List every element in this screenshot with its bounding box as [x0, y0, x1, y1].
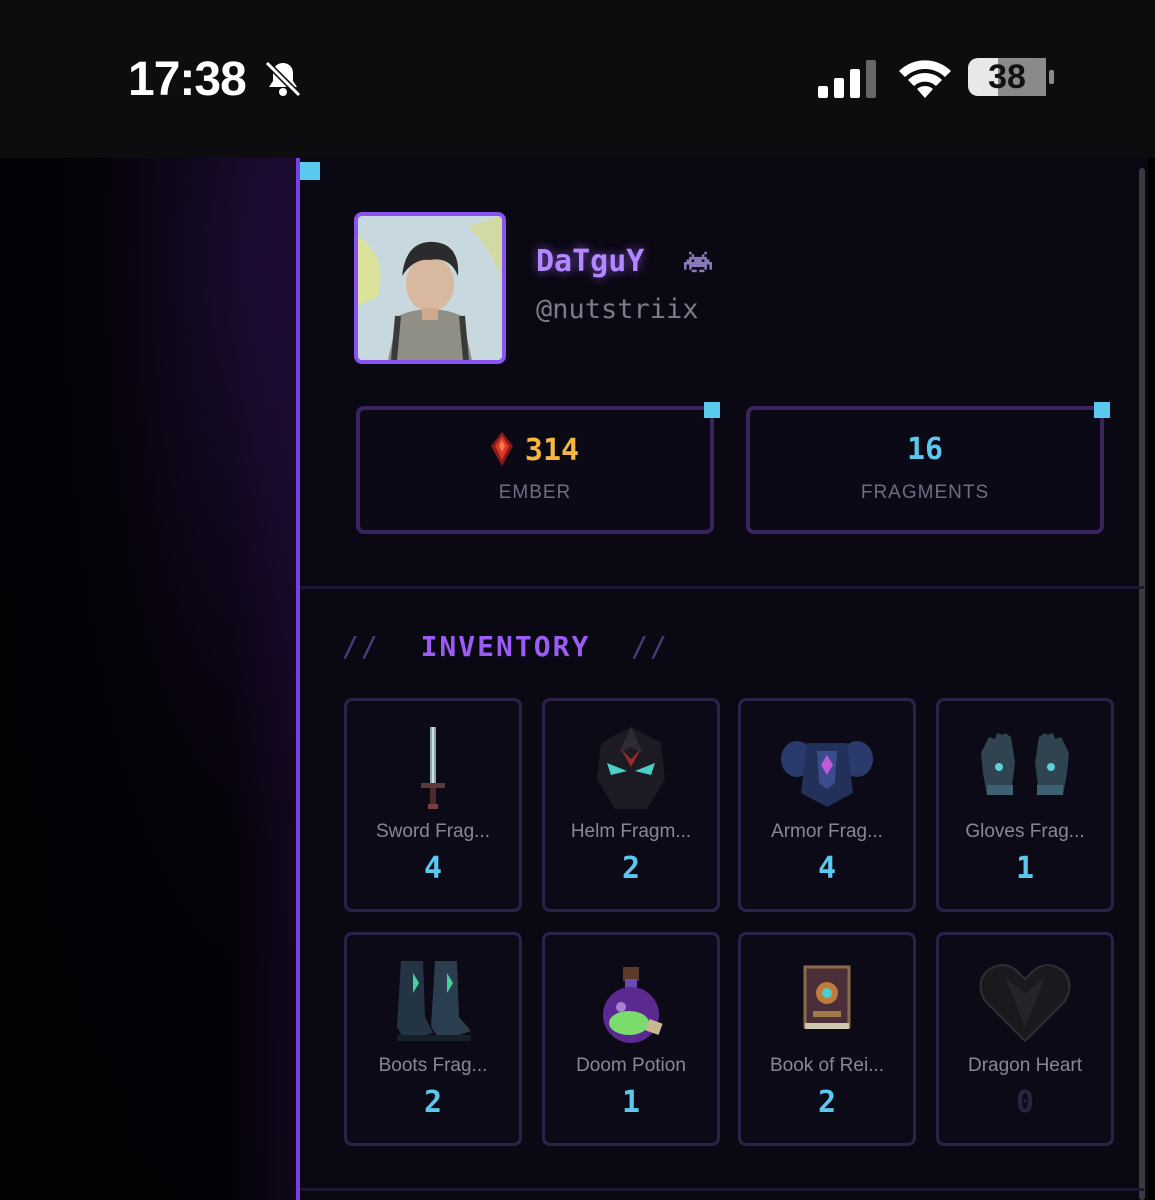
inventory-title: INVENTORY — [420, 630, 591, 663]
inventory-item-boots[interactable]: Boots Frag... 2 — [344, 932, 522, 1146]
item-name: Gloves Frag... — [965, 821, 1085, 842]
item-quantity: 2 — [621, 851, 641, 886]
battery-level: 38 — [988, 58, 1026, 96]
fragments-value: 16 — [906, 432, 944, 467]
username-handle: @nutstriix — [536, 294, 699, 325]
item-quantity: 1 — [1015, 851, 1035, 886]
wifi-icon — [899, 60, 951, 98]
item-name: Helm Fragm... — [570, 821, 692, 842]
item-quantity: 4 — [817, 851, 837, 886]
item-name: Armor Frag... — [771, 821, 883, 842]
inventory-heading: // INVENTORY // — [342, 630, 669, 663]
corner-marker — [704, 402, 720, 418]
avatar[interactable] — [354, 212, 506, 364]
inventory-item-dragon-heart[interactable]: Dragon Heart 0 — [936, 932, 1114, 1146]
heart-icon — [979, 964, 1071, 1043]
boots-icon — [397, 961, 471, 1041]
status-bar: 17:38 38 — [0, 0, 1155, 158]
item-name: Book of Rei... — [769, 1055, 885, 1076]
corner-marker — [1094, 402, 1110, 418]
ember-value-row: 314 — [360, 432, 710, 468]
scrollbar[interactable] — [1139, 168, 1145, 1200]
item-name: Boots Frag... — [378, 1055, 488, 1076]
item-quantity: 0 — [1015, 1085, 1035, 1120]
heading-slash-right: // — [631, 630, 669, 663]
ember-stat-card[interactable]: 314 EMBER — [356, 402, 720, 534]
bell-muted-icon — [264, 60, 302, 98]
display-name: DaTguY — [536, 244, 645, 279]
section-divider — [300, 586, 1144, 589]
armor-icon — [781, 741, 873, 807]
ember-label: EMBER — [498, 482, 572, 503]
item-quantity: 2 — [423, 1085, 443, 1120]
section-divider-bottom — [300, 1188, 1144, 1191]
side-glow — [230, 158, 296, 1200]
inventory-item-potion[interactable]: Doom Potion 1 — [542, 932, 720, 1146]
inventory-item-armor[interactable]: Armor Frag... 4 — [738, 698, 916, 912]
item-quantity: 2 — [817, 1085, 837, 1120]
inventory-item-sword[interactable]: Sword Frag... 4 — [344, 698, 522, 912]
fragments-stat-card[interactable]: 16 FRAGMENTS — [746, 402, 1110, 534]
inventory-item-helm[interactable]: Helm Fragm... 2 — [542, 698, 720, 912]
inventory-item-gloves[interactable]: Gloves Frag... 1 — [936, 698, 1114, 912]
item-name: Dragon Heart — [967, 1055, 1083, 1076]
signal-icon — [818, 60, 876, 98]
item-name: Sword Frag... — [375, 821, 491, 842]
helm-icon — [597, 727, 665, 809]
item-quantity: 1 — [621, 1085, 641, 1120]
battery-icon: 38 — [968, 58, 1058, 102]
item-quantity: 4 — [423, 851, 443, 886]
book-icon — [803, 965, 851, 1029]
panel-corner-marker — [300, 162, 320, 180]
alien-invader-icon — [684, 251, 712, 273]
ember-crystal-icon — [490, 432, 513, 466]
status-time: 17:38 — [128, 53, 247, 106]
ember-value: 314 — [524, 433, 580, 468]
sword-icon — [421, 727, 445, 809]
avatar-image — [358, 216, 502, 360]
inventory-item-book[interactable]: Book of Rei... 2 — [738, 932, 916, 1146]
item-name: Doom Potion — [576, 1055, 686, 1076]
gloves-icon — [981, 733, 1069, 795]
fragments-label: FRAGMENTS — [860, 482, 990, 503]
heading-slash-left: // — [342, 630, 380, 663]
potion-icon — [603, 967, 663, 1043]
